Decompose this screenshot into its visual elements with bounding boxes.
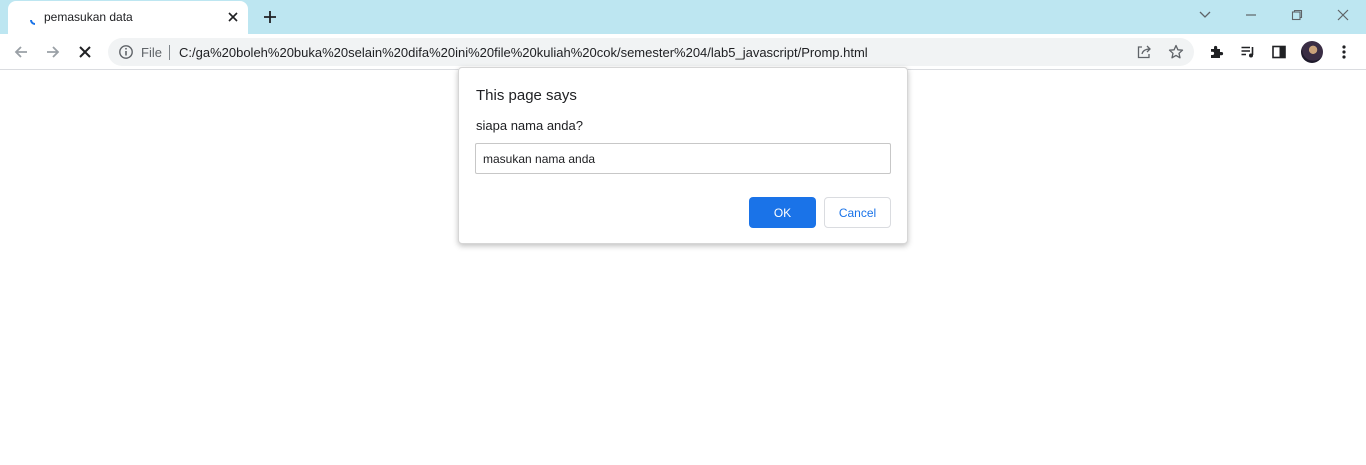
close-tab-icon[interactable] bbox=[224, 8, 242, 26]
media-queue-icon[interactable] bbox=[1235, 39, 1261, 65]
browser-tab[interactable]: pemasukan data bbox=[8, 1, 248, 34]
kebab-menu-icon[interactable] bbox=[1331, 39, 1357, 65]
prompt-dialog: This page says siapa nama anda? OK Cance… bbox=[458, 67, 908, 244]
dialog-title: This page says bbox=[476, 87, 577, 104]
info-icon[interactable] bbox=[118, 44, 134, 60]
close-window-icon[interactable] bbox=[1329, 3, 1357, 27]
prompt-input[interactable] bbox=[475, 143, 891, 174]
arrow-right-icon[interactable] bbox=[40, 39, 66, 65]
omnibox-divider bbox=[169, 45, 170, 60]
side-panel-icon[interactable] bbox=[1266, 39, 1292, 65]
tab-strip: pemasukan data bbox=[0, 0, 1366, 34]
cancel-button[interactable]: Cancel bbox=[824, 197, 891, 228]
browser-toolbar: File C:/ga%20boleh%20buka%20selain%20dif… bbox=[0, 34, 1366, 70]
plus-icon[interactable] bbox=[258, 5, 282, 29]
url-text[interactable]: C:/ga%20boleh%20buka%20selain%20difa%20i… bbox=[179, 45, 868, 60]
star-icon[interactable] bbox=[1168, 44, 1184, 60]
address-bar[interactable]: File C:/ga%20boleh%20buka%20selain%20dif… bbox=[108, 38, 1194, 66]
restore-icon[interactable] bbox=[1283, 3, 1311, 27]
arrow-left-icon[interactable] bbox=[8, 39, 34, 65]
share-icon[interactable] bbox=[1136, 44, 1152, 60]
profile-avatar[interactable] bbox=[1301, 41, 1323, 63]
ok-button[interactable]: OK bbox=[749, 197, 816, 228]
dialog-message: siapa nama anda? bbox=[476, 118, 583, 133]
stop-loading-icon[interactable] bbox=[72, 39, 98, 65]
tab-title: pemasukan data bbox=[44, 10, 133, 24]
scheme-label: File bbox=[141, 45, 162, 60]
chevron-down-icon[interactable] bbox=[1191, 3, 1219, 27]
loading-spinner-icon bbox=[28, 13, 42, 27]
minimize-icon[interactable] bbox=[1237, 3, 1265, 27]
puzzle-icon[interactable] bbox=[1203, 39, 1229, 65]
